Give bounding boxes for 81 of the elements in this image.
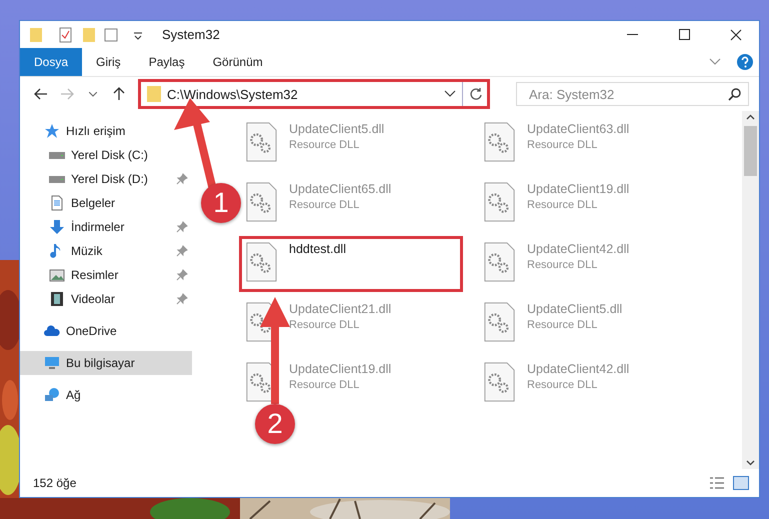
ribbon-tab[interactable]: Görünüm bbox=[198, 48, 277, 76]
file-type: Resource DLL bbox=[527, 139, 598, 151]
file-type: Resource DLL bbox=[527, 199, 598, 211]
file-gear-icon bbox=[484, 302, 515, 342]
item-count: 152 öğe bbox=[33, 476, 78, 490]
file-gear-icon bbox=[246, 182, 277, 222]
pin-icon bbox=[176, 245, 188, 257]
sidebar-item[interactable]: OneDrive bbox=[20, 319, 192, 343]
back-arrow-icon bbox=[34, 88, 48, 100]
ribbon-tab[interactable]: Dosya bbox=[20, 48, 82, 76]
ribbon-tab[interactable]: Paylaş bbox=[134, 48, 199, 76]
file-type: Resource DLL bbox=[527, 379, 598, 391]
file-gear-icon bbox=[484, 182, 515, 222]
sidebar-item[interactable]: Müzik bbox=[20, 239, 192, 263]
refresh-icon[interactable] bbox=[469, 87, 483, 101]
file-gear-icon bbox=[246, 242, 277, 282]
file-item[interactable]: hddtest.dll bbox=[239, 236, 463, 292]
file-gear-icon bbox=[484, 242, 515, 282]
file-name: UpdateClient21.dll bbox=[289, 302, 392, 316]
pin-icon bbox=[176, 293, 188, 305]
details-view-icon[interactable] bbox=[709, 476, 725, 490]
file-type: Resource DLL bbox=[289, 319, 360, 331]
sidebar-item[interactable]: İndirmeler bbox=[20, 215, 192, 239]
chevron-down-icon bbox=[444, 90, 456, 98]
file-name: UpdateClient5.dll bbox=[527, 302, 622, 316]
scrollbar[interactable] bbox=[742, 111, 759, 469]
file-name: UpdateClient42.dll bbox=[527, 362, 630, 376]
maximize-icon bbox=[678, 29, 690, 40]
sidebar-item[interactable]: Resimler bbox=[20, 263, 192, 287]
cloud-icon bbox=[44, 323, 60, 339]
network-icon bbox=[44, 387, 60, 403]
chevron-down-icon bbox=[89, 92, 97, 96]
file-name: UpdateClient5.dll bbox=[289, 122, 384, 136]
scroll-down-icon bbox=[746, 460, 755, 466]
sidebar-item[interactable]: Belgeler bbox=[20, 191, 192, 215]
file-name: UpdateClient19.dll bbox=[527, 182, 630, 196]
file-gear-icon bbox=[484, 122, 515, 162]
forward-arrow-icon bbox=[60, 88, 74, 100]
document-icon bbox=[49, 195, 65, 211]
folder-icon bbox=[147, 86, 161, 102]
file-type: Resource DLL bbox=[289, 199, 360, 211]
file-type: Resource DLL bbox=[527, 319, 598, 331]
download-icon bbox=[49, 219, 65, 235]
sidebar-item[interactable]: Videolar bbox=[20, 287, 192, 311]
drive-icon bbox=[49, 176, 65, 182]
file-name: UpdateClient65.dll bbox=[289, 182, 392, 196]
pin-icon bbox=[176, 269, 188, 281]
sidebar-item[interactable]: Hızlı erişim bbox=[20, 119, 192, 143]
search-field[interactable]: Ara: System32 bbox=[516, 82, 749, 106]
monitor-icon bbox=[44, 355, 60, 371]
sidebar-item[interactable]: Bu bilgisayar bbox=[20, 351, 192, 375]
pin-icon bbox=[176, 173, 188, 185]
drive-icon bbox=[49, 152, 65, 158]
image-icon bbox=[49, 267, 65, 283]
film-icon bbox=[49, 291, 65, 307]
sidebar-item[interactable]: Ağ bbox=[20, 383, 192, 407]
scroll-up-icon bbox=[746, 114, 755, 120]
star-icon bbox=[44, 123, 60, 139]
file-gear-icon bbox=[246, 122, 277, 162]
close-icon bbox=[730, 28, 742, 40]
file-type: Resource DLL bbox=[289, 139, 360, 151]
scrollbar-thumb[interactable] bbox=[744, 126, 757, 176]
file-gear-icon bbox=[484, 362, 515, 402]
minimize-icon bbox=[626, 34, 638, 35]
pin-icon bbox=[176, 221, 188, 233]
file-type: Resource DLL bbox=[289, 379, 360, 391]
sidebar-item[interactable]: Yerel Disk (C:) bbox=[20, 143, 192, 167]
window-title: System32 bbox=[162, 27, 221, 42]
file-type: Resource DLL bbox=[527, 259, 598, 271]
file-name: hddtest.dll bbox=[289, 242, 346, 256]
address-bar[interactable]: C:\Windows\System32 bbox=[138, 79, 490, 109]
file-name: UpdateClient19.dll bbox=[289, 362, 392, 376]
ribbon-tab[interactable]: Giriş bbox=[82, 48, 135, 76]
file-name: UpdateClient63.dll bbox=[527, 122, 630, 136]
chevron-down-icon[interactable] bbox=[709, 58, 721, 66]
search-icon bbox=[728, 88, 741, 101]
help-icon[interactable] bbox=[737, 54, 753, 70]
sidebar-item[interactable]: Yerel Disk (D:) bbox=[20, 167, 192, 191]
up-arrow-icon bbox=[113, 87, 125, 101]
large-icons-view-icon[interactable] bbox=[733, 476, 749, 490]
file-name: UpdateClient42.dll bbox=[527, 242, 630, 256]
